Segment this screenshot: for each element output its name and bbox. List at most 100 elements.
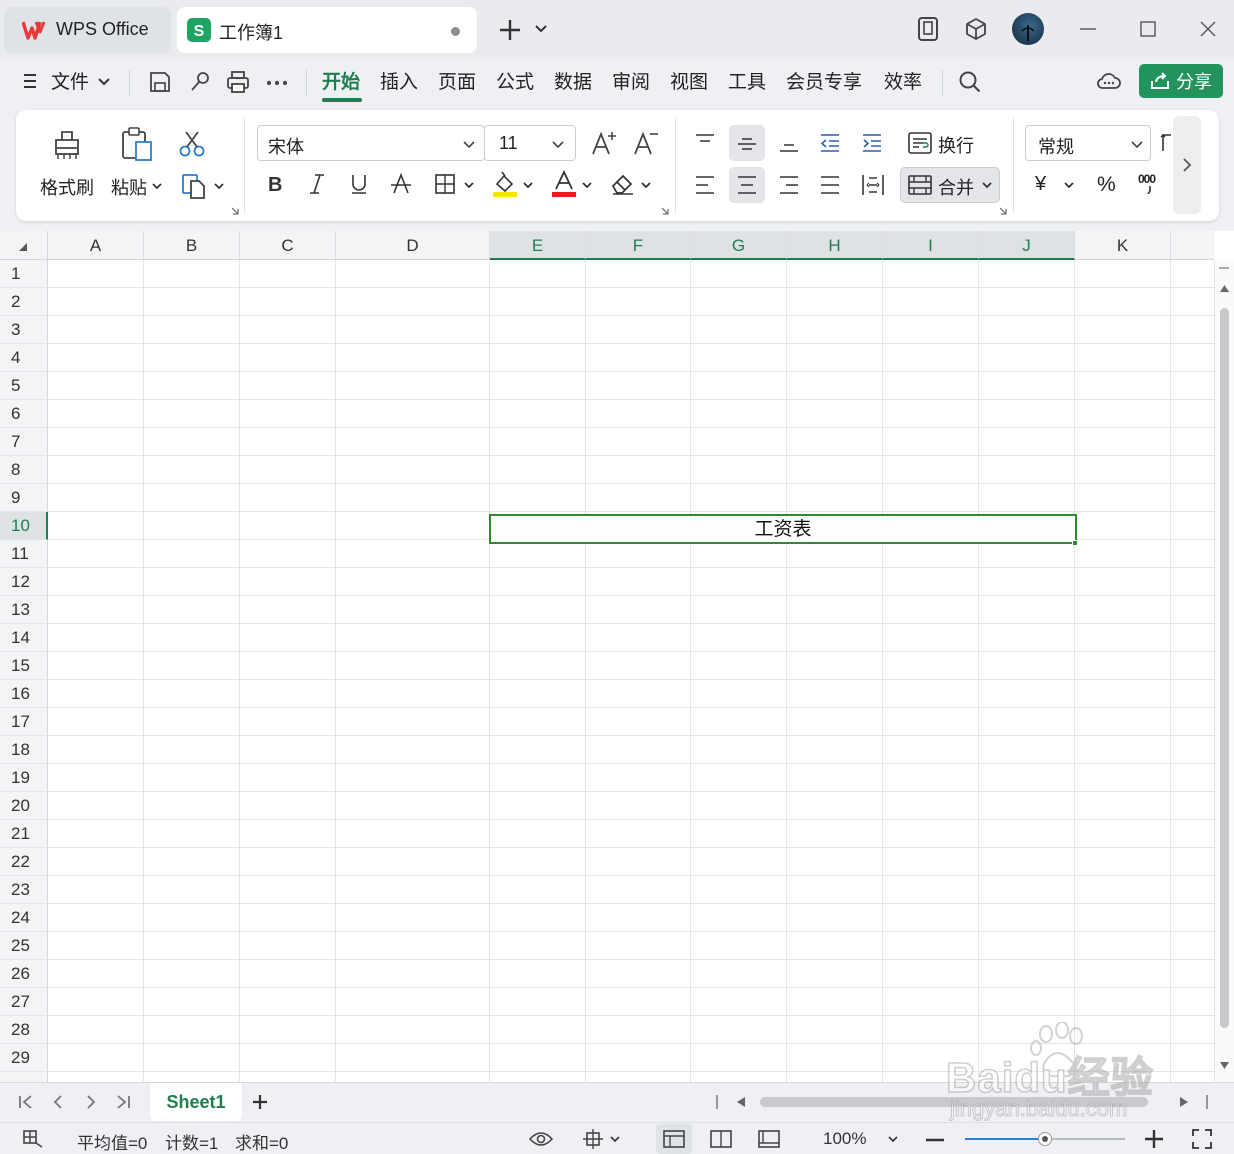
cloud-icon[interactable]: [1096, 70, 1122, 92]
file-chevron-down-icon[interactable]: [97, 77, 111, 87]
percent-format-button[interactable]: %: [1097, 173, 1116, 197]
row-header-8[interactable]: 8: [0, 456, 48, 484]
column-header-e[interactable]: E: [490, 231, 586, 260]
row-header-29[interactable]: 29: [0, 1044, 48, 1072]
row-header-7[interactable]: 7: [0, 428, 48, 456]
copy-icon[interactable]: [180, 172, 208, 200]
fill-color-chevron-down-icon[interactable]: [522, 181, 534, 189]
hamburger-menu-icon[interactable]: [22, 72, 40, 90]
tab-document[interactable]: S 工作簿1: [177, 7, 477, 53]
scroll-right-arrow-icon[interactable]: [1180, 1097, 1188, 1107]
scroll-minus-icon[interactable]: [1218, 266, 1230, 270]
page-break-view-icon[interactable]: [710, 1130, 732, 1148]
tab-member[interactable]: 会员专享: [786, 68, 862, 98]
tab-page[interactable]: 页面: [438, 68, 476, 98]
fill-handle[interactable]: [1072, 540, 1078, 546]
row-header-5[interactable]: 5: [0, 372, 48, 400]
clipboard-dialog-launcher-icon[interactable]: [230, 206, 240, 216]
align-bottom-icon[interactable]: [778, 133, 800, 153]
align-middle-icon[interactable]: [736, 133, 758, 153]
column-header-i[interactable]: I: [883, 231, 979, 260]
bold-icon[interactable]: B: [266, 173, 286, 195]
column-header-j[interactable]: J: [979, 231, 1075, 260]
paste-chevron-down-icon[interactable]: [151, 182, 163, 190]
row-header-1[interactable]: 1: [0, 260, 48, 288]
row-header-9[interactable]: 9: [0, 484, 48, 512]
row-header-3[interactable]: 3: [0, 316, 48, 344]
column-header-b[interactable]: B: [144, 231, 240, 260]
maximize-icon[interactable]: [1133, 14, 1163, 44]
column-header-a[interactable]: A: [48, 231, 144, 260]
tab-home[interactable]: 开始: [322, 68, 360, 98]
minimize-icon[interactable]: [1073, 14, 1103, 44]
page-layout-view-icon[interactable]: [758, 1130, 780, 1148]
zoom-slider-knob[interactable]: [1038, 1132, 1052, 1146]
next-sheet-icon[interactable]: [84, 1094, 98, 1110]
row-header-11[interactable]: 11: [0, 540, 48, 568]
new-tab-plus-icon[interactable]: [498, 18, 522, 42]
clear-format-eraser-icon[interactable]: [610, 172, 636, 196]
distributed-align-icon[interactable]: [861, 173, 885, 197]
first-sheet-icon[interactable]: [18, 1094, 34, 1110]
row-header-18[interactable]: 18: [0, 736, 48, 764]
link-icon[interactable]: [188, 70, 212, 94]
font-name-select[interactable]: 宋体: [257, 125, 485, 161]
row-header-20[interactable]: 20: [0, 792, 48, 820]
underline-icon[interactable]: [349, 173, 369, 195]
border-chevron-down-icon[interactable]: [463, 181, 475, 189]
more-icon[interactable]: [266, 80, 288, 86]
copy-chevron-down-icon[interactable]: [213, 182, 225, 190]
wrap-text-label[interactable]: 换行: [938, 132, 974, 158]
font-size-select[interactable]: 11: [484, 125, 576, 161]
new-tab-chevron-down-icon[interactable]: [534, 24, 548, 34]
normal-view-icon[interactable]: [663, 1130, 685, 1148]
decrease-font-size-icon[interactable]: [633, 130, 661, 156]
font-dialog-launcher-icon[interactable]: [660, 206, 670, 216]
row-header-16[interactable]: 16: [0, 680, 48, 708]
status-average[interactable]: 平均值=0: [77, 1129, 147, 1154]
italic-icon[interactable]: [307, 173, 327, 195]
row-header-21[interactable]: 21: [0, 820, 48, 848]
cut-icon[interactable]: [178, 130, 206, 158]
row-header-27[interactable]: 27: [0, 988, 48, 1016]
number-format-select[interactable]: 常规: [1025, 125, 1151, 161]
tab-review[interactable]: 审阅: [612, 68, 650, 98]
menu-file[interactable]: 文件: [51, 68, 89, 98]
cell-grid[interactable]: [48, 260, 1214, 1082]
print-icon[interactable]: [226, 70, 250, 94]
crosshair-view-icon[interactable]: [581, 1129, 605, 1149]
scroll-down-arrow-icon[interactable]: [1220, 1062, 1229, 1069]
currency-chevron-down-icon[interactable]: [1063, 181, 1075, 189]
format-painter-icon[interactable]: [50, 126, 84, 162]
column-header-h[interactable]: H: [787, 231, 883, 260]
font-color-chevron-down-icon[interactable]: [581, 181, 593, 189]
fullscreen-icon[interactable]: [1192, 1129, 1212, 1149]
macro-record-icon[interactable]: [22, 1129, 44, 1149]
column-header-d[interactable]: D: [336, 231, 490, 260]
row-header-28[interactable]: 28: [0, 1016, 48, 1044]
row-header-2[interactable]: 2: [0, 288, 48, 316]
select-all-corner-icon[interactable]: [18, 242, 28, 252]
align-center-icon[interactable]: [736, 175, 758, 195]
wrap-text-icon[interactable]: [907, 131, 933, 155]
zoom-level[interactable]: 100%: [823, 1129, 866, 1149]
column-header-c[interactable]: C: [240, 231, 336, 260]
eye-protection-icon[interactable]: [529, 1130, 553, 1148]
row-header-17[interactable]: 17: [0, 708, 48, 736]
row-header-6[interactable]: 6: [0, 400, 48, 428]
thousands-separator-button[interactable]: 000: [1138, 172, 1156, 186]
row-header-22[interactable]: 22: [0, 848, 48, 876]
tab-insert[interactable]: 插入: [380, 68, 418, 98]
justify-icon[interactable]: [819, 175, 841, 195]
previous-sheet-icon[interactable]: [51, 1094, 65, 1110]
last-sheet-icon[interactable]: [115, 1094, 131, 1110]
column-header-f[interactable]: F: [586, 231, 691, 260]
row-header-26[interactable]: 26: [0, 960, 48, 988]
tab-view[interactable]: 视图: [670, 68, 708, 98]
save-icon[interactable]: [148, 70, 172, 94]
align-top-icon[interactable]: [694, 133, 716, 153]
tab-data[interactable]: 数据: [554, 68, 592, 98]
paste-label[interactable]: 粘贴: [111, 174, 147, 200]
decrease-indent-icon[interactable]: [819, 133, 841, 153]
merge-button[interactable]: 合并: [900, 167, 1000, 203]
